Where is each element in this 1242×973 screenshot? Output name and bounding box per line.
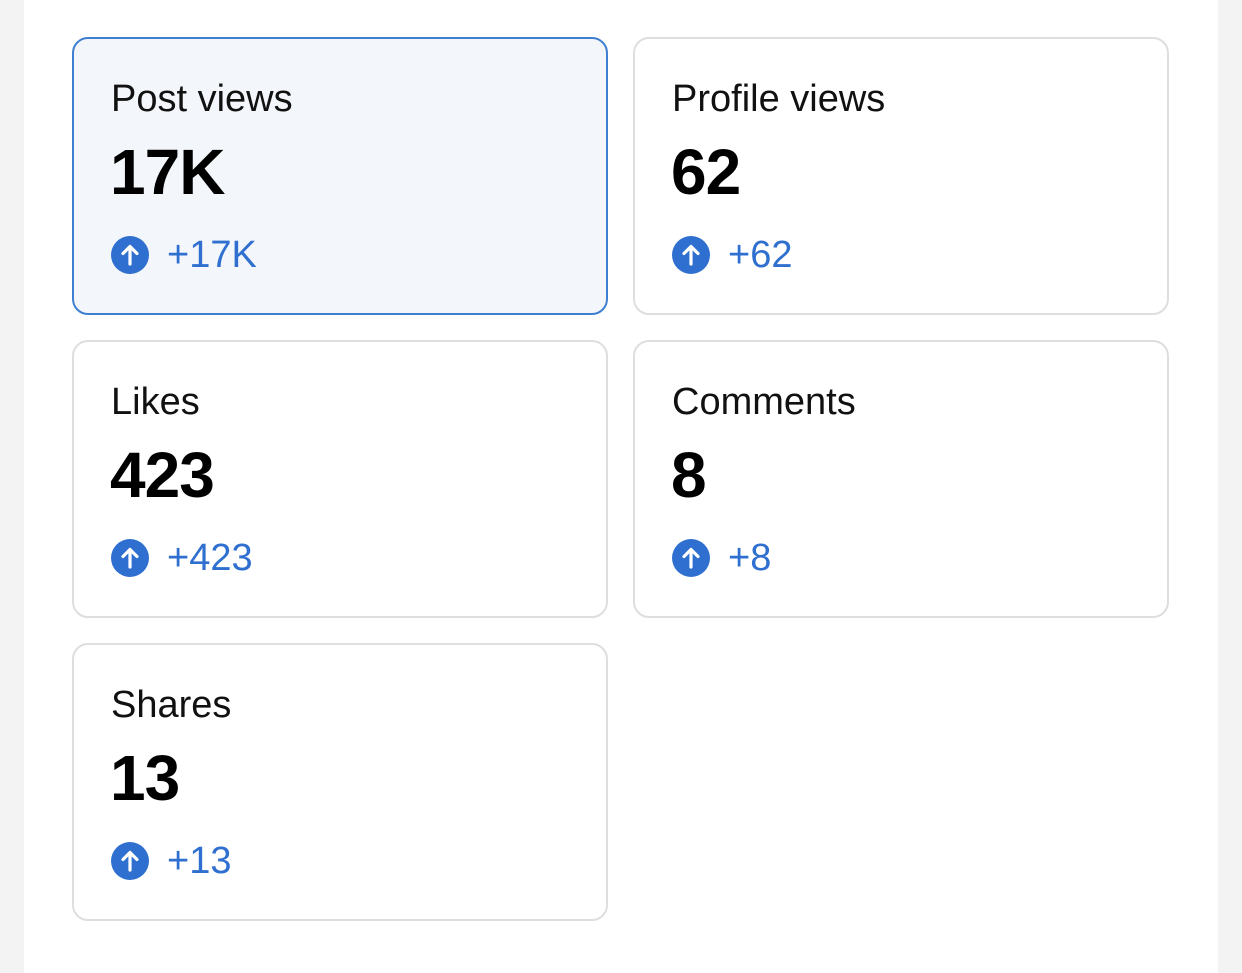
metric-label: Likes (111, 381, 200, 423)
arrow-up-circle-icon (672, 236, 710, 274)
metric-trend: +17K (111, 235, 257, 275)
metric-trend: +8 (672, 538, 771, 578)
metric-label: Post views (111, 78, 293, 120)
metric-change: +17K (167, 234, 257, 276)
arrow-up-circle-icon (111, 842, 149, 880)
arrow-up-circle-icon (111, 236, 149, 274)
metric-label: Profile views (672, 78, 886, 120)
analytics-panel: Post views 17K +17K Profile views 62 +62… (24, 0, 1218, 973)
metric-label: Shares (111, 684, 232, 726)
metric-value: 62 (671, 136, 741, 208)
metric-trend: +423 (111, 538, 253, 578)
metric-change: +62 (728, 234, 793, 276)
metric-trend: +13 (111, 841, 231, 881)
metric-card-profile-views[interactable]: Profile views 62 +62 (633, 37, 1169, 315)
metric-card-post-views[interactable]: Post views 17K +17K (72, 37, 608, 315)
metric-card-comments[interactable]: Comments 8 +8 (633, 340, 1169, 618)
metric-change: +13 (167, 840, 232, 882)
arrow-up-circle-icon (672, 539, 710, 577)
arrow-up-circle-icon (111, 539, 149, 577)
metric-trend: +62 (672, 235, 792, 275)
metric-card-shares[interactable]: Shares 13 +13 (72, 643, 608, 921)
metric-label: Comments (672, 381, 856, 423)
metric-value: 17K (110, 136, 225, 208)
metric-card-likes[interactable]: Likes 423 +423 (72, 340, 608, 618)
metric-change: +8 (728, 537, 772, 579)
metric-change: +423 (167, 537, 253, 579)
metric-value: 13 (110, 742, 180, 814)
metric-value: 8 (671, 439, 707, 511)
metric-value: 423 (110, 439, 215, 511)
